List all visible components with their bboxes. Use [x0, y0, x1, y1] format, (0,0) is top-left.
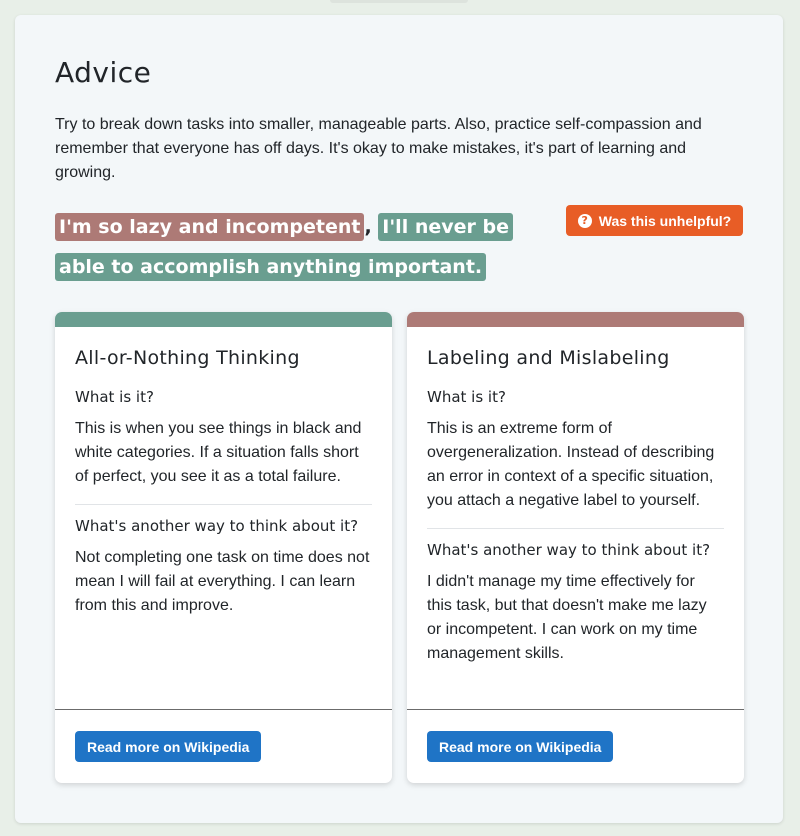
card-accent-stripe	[55, 312, 392, 327]
thought-text: I'm so lazy and incompetent, I'll never …	[55, 207, 555, 287]
card-alt-text: Not completing one task on time does not…	[75, 549, 370, 614]
card-title: Labeling and Mislabeling	[427, 347, 670, 369]
card-footer: Read more on Wikipedia	[55, 709, 392, 783]
card-title: All-or-Nothing Thinking	[75, 347, 300, 369]
wikipedia-button[interactable]: Read more on Wikipedia	[427, 731, 614, 762]
card-divider	[75, 504, 372, 505]
top-tab-edge	[330, 0, 468, 3]
card-alt-heading: What's another way to think about it?	[75, 517, 359, 535]
card-footer: Read more on Wikipedia	[407, 709, 744, 783]
distortion-card-labeling: Labeling and Mislabeling What is it? Thi…	[407, 312, 744, 783]
card-what-heading: What is it?	[75, 388, 154, 406]
card-accent-stripe	[407, 312, 744, 327]
card-what-text: This is when you see things in black and…	[75, 420, 362, 485]
question-circle-icon: ?	[577, 213, 592, 228]
distortion-card-all-or-nothing: All-or-Nothing Thinking What is it? This…	[55, 312, 392, 783]
card-what-text: This is an extreme form of overgeneraliz…	[427, 420, 715, 509]
page-title: Advice	[55, 56, 152, 89]
card-alt-heading: What's another way to think about it?	[427, 541, 711, 559]
card-what-heading: What is it?	[427, 388, 506, 406]
wikipedia-button[interactable]: Read more on Wikipedia	[75, 731, 262, 762]
unhelpful-button[interactable]: ? Was this unhelpful?	[566, 205, 743, 236]
advice-text: Try to break down tasks into smaller, ma…	[55, 116, 702, 181]
thought-separator: ,	[364, 216, 379, 238]
unhelpful-button-label: Was this unhelpful?	[598, 212, 732, 229]
card-divider	[427, 528, 724, 529]
card-alt-text: I didn't manage my time effectively for …	[427, 573, 707, 662]
thought-segment-1: I'm so lazy and incompetent	[55, 213, 365, 241]
advice-panel: Advice Try to break down tasks into smal…	[15, 15, 783, 823]
